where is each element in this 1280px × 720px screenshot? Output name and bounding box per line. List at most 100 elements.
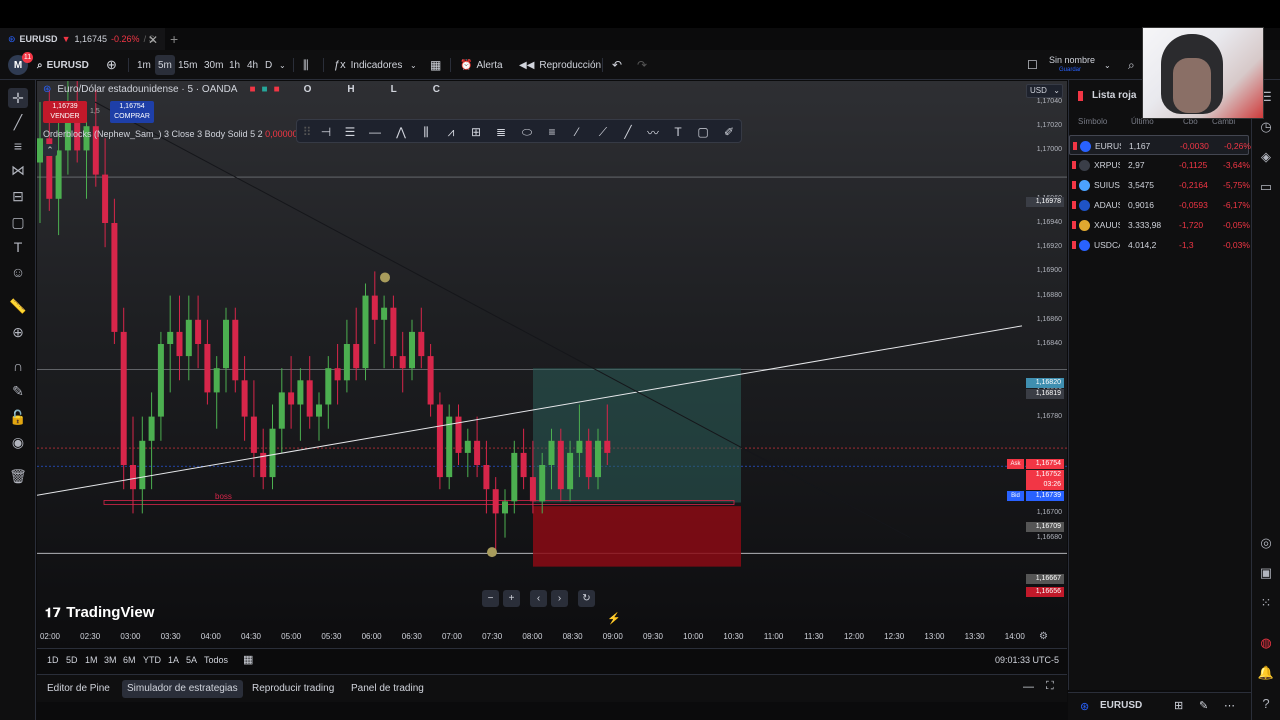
range-3m[interactable]: 3M bbox=[104, 655, 117, 665]
search-icon[interactable]: ⌕ bbox=[1128, 50, 1135, 80]
watchlist-row[interactable]: SUIUSD 3,5475 -0,2164 -5,75% bbox=[1069, 175, 1250, 195]
layout-dropdown-icon[interactable]: ⌄ bbox=[1104, 50, 1111, 80]
zoom-in-icon[interactable]: + bbox=[503, 590, 520, 607]
watchlist-row[interactable]: ADAUSD 0,9016 -0,0593 -6,17% bbox=[1069, 195, 1250, 215]
horizontal-line-icon[interactable]: — bbox=[367, 124, 383, 140]
indicators-dropdown-icon[interactable]: ⌄ bbox=[410, 50, 417, 80]
time-axis[interactable]: 02:00 02:30 03:00 03:30 04:00 04:30 05:00 05:30… bbox=[37, 629, 1067, 647]
tf-30m[interactable]: 30m bbox=[204, 50, 223, 80]
eraser-icon[interactable]: ✐ bbox=[721, 124, 737, 140]
alerts-clock-icon[interactable]: ◷ bbox=[1257, 118, 1275, 136]
ray-icon[interactable]: ╱ bbox=[620, 124, 636, 140]
watchlist-title[interactable]: Lista roja bbox=[1092, 90, 1136, 101]
tf-4h[interactable]: 4h bbox=[247, 50, 258, 80]
pencil-lock-icon[interactable]: ✎ bbox=[8, 381, 28, 401]
footer-symbol[interactable]: EURUSD bbox=[1100, 700, 1142, 711]
brush-icon[interactable]: ⁄ bbox=[569, 124, 585, 140]
zigzag-icon[interactable]: ⋀ bbox=[393, 124, 409, 140]
emoji-tool-icon[interactable]: ☺ bbox=[8, 262, 28, 282]
bars-pattern-icon[interactable]: ⫼ bbox=[418, 124, 434, 140]
candles-type-icon[interactable]: ⫼ bbox=[303, 50, 309, 80]
trash-icon[interactable]: 🗑 bbox=[8, 466, 28, 486]
elliott-wave-icon[interactable]: ⩘ bbox=[443, 124, 459, 140]
range-1d[interactable]: 1D bbox=[47, 655, 59, 665]
tab-close-icon[interactable]: ✕ bbox=[148, 33, 158, 47]
replay-lightning-icon[interactable]: ⚡ bbox=[607, 612, 621, 625]
range-5a[interactable]: 5A bbox=[186, 655, 197, 665]
tab-trading-panel[interactable]: Panel de trading bbox=[346, 680, 429, 698]
crosshair-icon[interactable]: ✛ bbox=[8, 88, 28, 108]
layout-name-button[interactable]: Sin nombre Guardar bbox=[1049, 50, 1095, 80]
tf-15m[interactable]: 15m bbox=[178, 50, 197, 80]
range-ytd[interactable]: YTD bbox=[143, 655, 161, 665]
range-1m[interactable]: 1M bbox=[85, 655, 98, 665]
chat-icon[interactable]: ▭ bbox=[1257, 178, 1275, 196]
layout-square-icon[interactable]: ☐ bbox=[1027, 50, 1038, 80]
range-5d[interactable]: 5D bbox=[66, 655, 78, 665]
price-axis[interactable]: 1,170401,170201,170001,169601,169401,169… bbox=[1024, 81, 1066, 629]
range-all[interactable]: Todos bbox=[204, 655, 228, 665]
tf-1h[interactable]: 1h bbox=[229, 50, 240, 80]
range-6m[interactable]: 6M bbox=[123, 655, 136, 665]
undo-icon[interactable]: ↶ bbox=[612, 50, 622, 80]
maximize-icon[interactable]: ⛶ bbox=[1046, 680, 1054, 693]
ellipse-icon[interactable]: ⬭ bbox=[519, 124, 535, 140]
notifications-icon[interactable]: ◍ bbox=[1257, 634, 1275, 652]
reset-chart-icon[interactable]: ↻ bbox=[578, 590, 595, 607]
chart-clock[interactable]: 09:01:33 UTC-5 bbox=[995, 655, 1059, 665]
scroll-right-icon[interactable]: › bbox=[551, 590, 568, 607]
alert-button[interactable]: ⏰ Alerta bbox=[460, 50, 503, 80]
chart-area[interactable]: boss bbox=[37, 81, 1067, 649]
tf-1m[interactable]: 1m bbox=[137, 50, 151, 80]
templates-grid-icon[interactable]: ▦ bbox=[430, 50, 441, 80]
pattern-tool-icon[interactable]: ⋈ bbox=[8, 160, 28, 180]
settings-gear-icon[interactable]: ⚙ bbox=[1039, 631, 1048, 642]
indicator-legend[interactable]: Orderblocks (Nephew_Sam_) 3 Close 3 Body… bbox=[43, 129, 298, 139]
grid-view-icon[interactable]: ⊞ bbox=[1174, 699, 1183, 712]
tf-5m[interactable]: 5m bbox=[155, 55, 175, 75]
calendar-icon[interactable]: ▦ bbox=[243, 653, 253, 666]
channel-icon[interactable]: ≣ bbox=[493, 124, 509, 140]
calendar-icon[interactable]: ▣ bbox=[1257, 564, 1275, 582]
zoom-in-icon[interactable]: ⊕ bbox=[8, 322, 28, 342]
price-chart[interactable]: boss bbox=[37, 81, 1067, 649]
grid-icon[interactable]: ⊞ bbox=[468, 124, 484, 140]
timeframe-dropdown-icon[interactable]: ⌄ bbox=[279, 50, 286, 80]
sell-button[interactable]: 1,16739 VENDER bbox=[43, 101, 87, 123]
redo-icon[interactable]: ↷ bbox=[637, 50, 647, 80]
eye-icon[interactable]: ◉ bbox=[8, 432, 28, 452]
trend-line-icon[interactable]: ╱ bbox=[8, 112, 28, 132]
apps-grid-icon[interactable]: ⁙ bbox=[1257, 594, 1275, 612]
compare-symbol-icon[interactable]: ⊕ bbox=[106, 50, 117, 80]
polyline-icon[interactable]: 〰 bbox=[645, 124, 661, 140]
buy-button[interactable]: 1,16754 COMPRAR bbox=[110, 101, 154, 123]
indicators-button[interactable]: ƒx Indicadores bbox=[334, 50, 402, 80]
new-tab-icon[interactable]: + bbox=[170, 31, 178, 47]
shape-tool-icon[interactable]: ▢ bbox=[8, 212, 28, 232]
watchlist-row[interactable]: XAUUSD 3.333,98 -1,720 -0,05% bbox=[1069, 215, 1250, 235]
scroll-left-icon[interactable]: ‹ bbox=[530, 590, 547, 607]
horizontal-ray-icon[interactable]: ⊣ bbox=[318, 124, 334, 140]
layers-icon[interactable]: ◈ bbox=[1257, 148, 1275, 166]
edit-icon[interactable]: ✎ bbox=[1199, 699, 1208, 712]
fib-tool-icon[interactable]: ≡ bbox=[8, 136, 28, 156]
drag-handle-icon[interactable]: ⠿ bbox=[299, 124, 315, 140]
tab-strategy-tester[interactable]: Simulador de estrategias bbox=[122, 680, 243, 698]
rectangle-icon[interactable]: ▢ bbox=[695, 124, 711, 140]
watchlist-row[interactable]: EURUSD 1,167 -0,0030 -0,26% bbox=[1069, 135, 1251, 155]
text-icon[interactable]: T bbox=[670, 124, 686, 140]
browser-tab[interactable]: ⊛ EURUSD ▼ 1,16745 -0.26% / S bbox=[0, 28, 165, 50]
tf-d[interactable]: D bbox=[265, 50, 272, 80]
symbol-search-button[interactable]: ⌕ EURUSD bbox=[37, 50, 89, 80]
ruler-icon[interactable]: 📏 bbox=[8, 296, 28, 316]
replay-button[interactable]: ◀◀ Reproducción bbox=[519, 50, 601, 80]
prediction-tool-icon[interactable]: ⊟ bbox=[8, 186, 28, 206]
magnet-icon[interactable]: ∩ bbox=[8, 356, 28, 376]
bell-icon[interactable]: 🔔 bbox=[1257, 664, 1275, 682]
zoom-out-icon[interactable]: − bbox=[482, 590, 499, 607]
minimize-icon[interactable]: — bbox=[1023, 681, 1034, 693]
parallel-channel-icon[interactable]: ☰ bbox=[342, 124, 358, 140]
path-icon[interactable]: ⟋ bbox=[595, 124, 611, 140]
col-symbol[interactable]: Símbolo bbox=[1078, 117, 1107, 126]
collapse-legend-icon[interactable]: ⌃ bbox=[43, 144, 57, 156]
